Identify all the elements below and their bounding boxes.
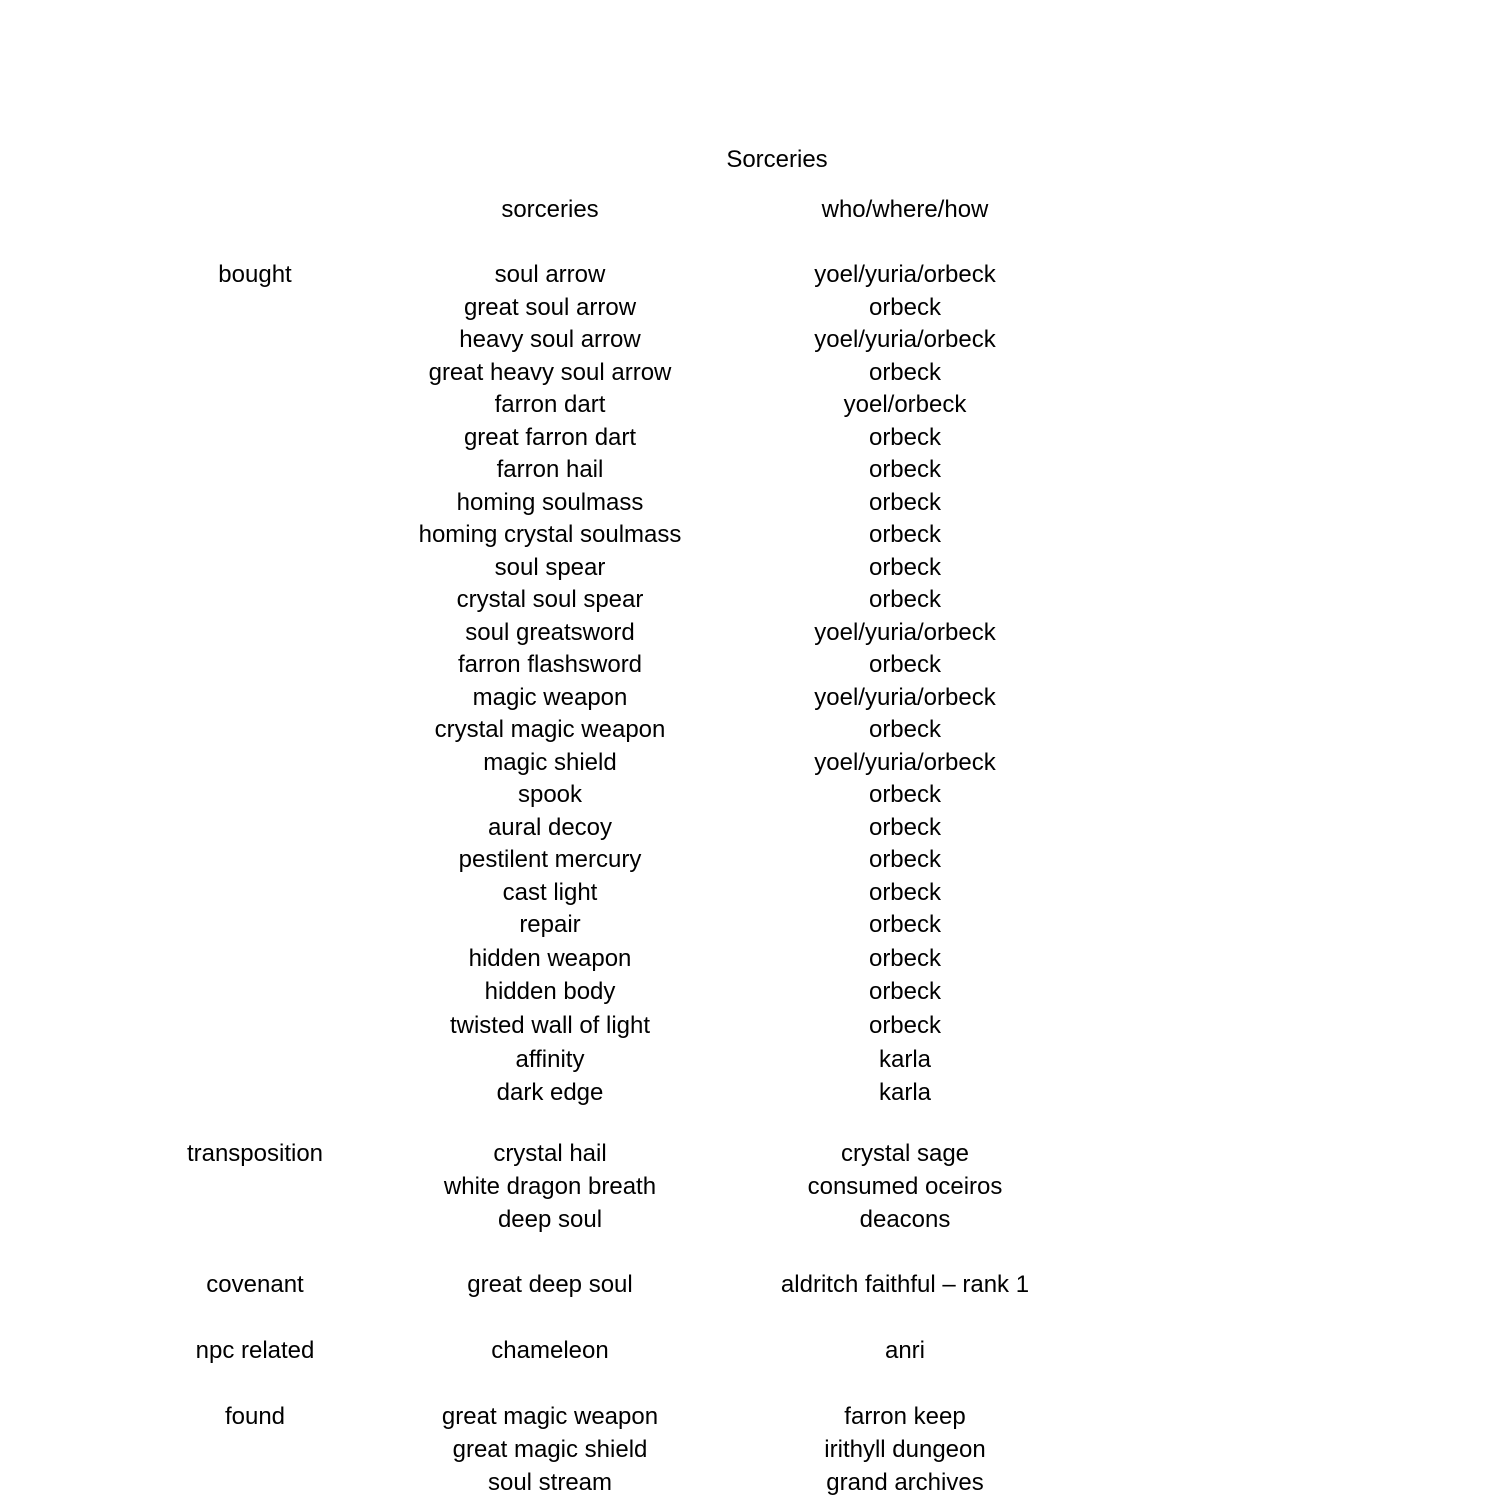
spell-source: orbeck <box>868 878 942 906</box>
column-header-sorceries: sorceries <box>501 196 599 223</box>
spell-source: orbeck <box>868 846 942 873</box>
spell-source: orbeck <box>868 911 942 938</box>
spell-name: great magic weapon <box>441 1403 659 1430</box>
spell-source: deacons <box>859 1206 951 1233</box>
spell-name: crystal soul spear <box>456 586 644 613</box>
spell-name: deep soul <box>497 1206 603 1233</box>
spell-source: karla <box>878 1045 932 1073</box>
spell-name: crystal hail <box>493 1140 607 1167</box>
spell-source: orbeck <box>868 553 942 581</box>
spell-name: homing soulmass <box>456 488 644 516</box>
spell-source: grand archives <box>826 1469 984 1496</box>
spell-name: homing crystal soulmass <box>418 521 682 548</box>
spell-name: pestilent mercury <box>458 846 642 873</box>
spell-name: twisted wall of light <box>449 1011 651 1039</box>
category-label: bought <box>218 261 292 288</box>
spell-name: spook <box>517 781 583 808</box>
spell-name: great heavy soul arrow <box>428 358 672 386</box>
category-label: transposition <box>186 1140 324 1167</box>
spell-name: white dragon breath <box>443 1173 657 1200</box>
spell-name: cast light <box>502 878 598 906</box>
spell-name: heavy soul arrow <box>459 326 641 353</box>
spell-name: farron flashsword <box>457 651 643 678</box>
spell-name: hidden body <box>484 978 616 1005</box>
spell-source: consumed oceiros <box>807 1173 1003 1200</box>
spell-source: orbeck <box>868 358 942 386</box>
spell-source: orbeck <box>868 456 942 483</box>
spell-source: yoel/orbeck <box>843 391 967 418</box>
spell-name: soul stream <box>487 1469 613 1496</box>
spell-name: repair <box>519 911 581 938</box>
spell-source: yoel/yuria/orbeck <box>814 748 996 776</box>
spell-source: farron keep <box>844 1403 966 1430</box>
category-label: covenant <box>206 1271 304 1298</box>
spell-source: orbeck <box>868 423 942 451</box>
spell-name: magic weapon <box>472 683 628 711</box>
spell-name: soul greatsword <box>465 618 635 646</box>
spell-source: orbeck <box>868 293 942 321</box>
spell-source: orbeck <box>868 521 942 548</box>
spell-name: chameleon <box>491 1337 609 1364</box>
spell-name: great soul arrow <box>463 293 637 321</box>
spell-source: irithyll dungeon <box>824 1436 986 1463</box>
spell-source: yoel/yuria/orbeck <box>814 683 996 711</box>
spell-name: crystal magic weapon <box>434 716 666 743</box>
spell-name: aural decoy <box>487 813 613 841</box>
category-label: npc related <box>195 1337 315 1364</box>
spell-name: great farron dart <box>463 423 637 451</box>
spell-name: farron hail <box>496 456 604 483</box>
spell-source: orbeck <box>868 1011 942 1039</box>
spell-source: karla <box>878 1079 932 1106</box>
spell-source: orbeck <box>868 781 942 808</box>
spell-name: farron dart <box>494 391 606 418</box>
spell-name: great magic shield <box>452 1436 648 1463</box>
spell-source: orbeck <box>868 944 942 972</box>
spell-source: orbeck <box>868 716 942 743</box>
spell-source: orbeck <box>868 978 942 1005</box>
spell-source: orbeck <box>868 586 942 613</box>
spell-source: orbeck <box>868 488 942 516</box>
spell-source: crystal sage <box>840 1140 970 1167</box>
column-header-source: who/where/how <box>821 196 989 223</box>
spell-name: soul spear <box>494 553 606 581</box>
spell-source: yoel/yuria/orbeck <box>814 261 996 288</box>
spell-source: yoel/yuria/orbeck <box>814 618 996 646</box>
spell-source: orbeck <box>868 651 942 678</box>
spell-name: affinity <box>515 1045 585 1073</box>
spell-source: aldritch faithful – rank 1 <box>780 1271 1030 1298</box>
document-title: Sorceries <box>726 146 828 173</box>
spell-name: magic shield <box>483 748 617 776</box>
spell-source: anri <box>884 1337 926 1364</box>
spell-name: great deep soul <box>467 1271 633 1298</box>
category-label: found <box>224 1403 286 1430</box>
spell-source: orbeck <box>868 813 942 841</box>
spell-name: soul arrow <box>494 261 606 288</box>
spell-name: hidden weapon <box>468 944 632 972</box>
spell-source: yoel/yuria/orbeck <box>814 326 996 353</box>
spell-name: dark edge <box>496 1079 604 1106</box>
